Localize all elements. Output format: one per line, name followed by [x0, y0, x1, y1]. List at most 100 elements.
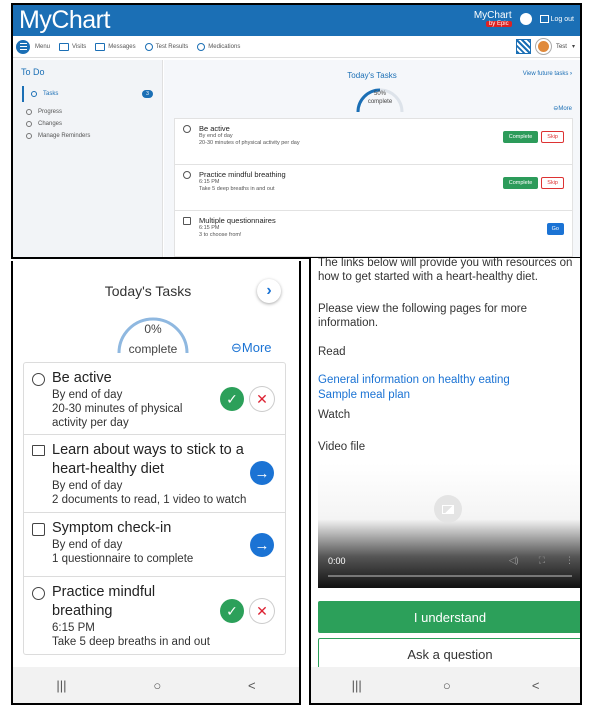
nav-bar: Menu Visits Messages Test Results Medica…: [13, 36, 580, 58]
nav-messages-label: Messages: [108, 43, 136, 50]
complete-button[interactable]: Complete: [502, 177, 539, 189]
more-label: More: [241, 340, 272, 355]
check-circle-icon: [32, 373, 45, 386]
nav-medications[interactable]: Medications: [197, 42, 241, 51]
complete-button[interactable]: ✓: [220, 387, 244, 411]
qr-code-icon[interactable]: [515, 39, 531, 54]
task-detail: 20-30 minutes of physical activity per d…: [52, 403, 183, 429]
task-card: Practice mindful breathing 6:15 PM Take …: [24, 577, 285, 653]
avatar[interactable]: [535, 39, 551, 54]
task-title: Symptom check-in: [52, 520, 172, 536]
home-button[interactable]: ○: [153, 678, 161, 693]
logout-label: Log out: [550, 15, 574, 23]
task-card: Learn about ways to stick to a heart-hea…: [24, 435, 285, 513]
sidebar-item-progress[interactable]: Progress: [22, 106, 162, 118]
complete-button[interactable]: ✓: [220, 599, 244, 623]
nav-menu[interactable]: Menu: [35, 44, 50, 50]
task-detail: 3 to choose from!: [199, 232, 242, 238]
task-due: 6:15 PM: [52, 622, 95, 634]
more-button[interactable]: ⊖More: [553, 105, 572, 112]
progress-gauge-text: 50% complete: [354, 90, 406, 106]
sidebar-item-label: Manage Reminders: [38, 133, 91, 139]
sidebar-item-manage-reminders[interactable]: Manage Reminders: [22, 130, 162, 142]
nav-right: Test ▾: [515, 39, 575, 54]
chevron-down-icon: ▾: [571, 44, 575, 50]
task-detail: Take 5 deep breaths in and out: [52, 636, 210, 648]
skip-button[interactable]: Skip: [541, 131, 564, 143]
task-due: By end of day: [52, 480, 123, 492]
mobile-tasks-panel: Today's Tasks › 0% complete ⊖More Be act…: [11, 261, 301, 705]
next-day-button[interactable]: ›: [257, 279, 281, 303]
nav-messages[interactable]: Messages: [95, 42, 136, 51]
sidebar-item-label: Progress: [38, 109, 63, 115]
meal-plan-link[interactable]: Sample meal plan: [318, 388, 410, 402]
task-list: Be active By end of day 20-30 minutes of…: [174, 118, 573, 257]
android-nav-bar: ||| ○ <: [311, 667, 580, 703]
nav-medications-label: Medications: [208, 43, 241, 50]
nav-visits-label: Visits: [72, 43, 87, 50]
top-bar-right: MyChart by Epic Log out: [474, 11, 574, 27]
back-button[interactable]: <: [248, 678, 256, 693]
sidebar-item-label: Tasks: [43, 91, 59, 97]
i-understand-button[interactable]: I understand: [318, 601, 580, 633]
open-task-button[interactable]: →: [250, 533, 274, 557]
progress-icon: [26, 109, 32, 115]
pill-icon: [197, 42, 206, 51]
skip-button[interactable]: ✕: [250, 599, 274, 623]
ask-question-button[interactable]: Ask a question: [318, 638, 580, 670]
task-actions: Complete Skip: [502, 177, 564, 189]
minus-circle-icon: ⊖: [231, 340, 242, 355]
sidebar: To Do Tasks 3 Progress Changes Manage Re…: [13, 60, 163, 257]
back-button[interactable]: <: [532, 678, 540, 693]
task-actions: Complete Skip: [502, 131, 564, 143]
view-future-tasks-link[interactable]: View future tasks ›: [523, 71, 572, 77]
video-placeholder[interactable]: [434, 495, 462, 523]
task-due: By end of day: [52, 389, 123, 401]
view-future-label: View future tasks: [522, 71, 569, 77]
account-switch-icon[interactable]: [519, 13, 532, 25]
healthy-eating-link[interactable]: General information on healthy eating: [318, 373, 510, 387]
home-button[interactable]: ○: [443, 678, 451, 693]
page-title: Today's Tasks: [104, 283, 192, 299]
skip-button[interactable]: ✕: [250, 387, 274, 411]
task-title: Multiple questionnaires: [199, 216, 276, 225]
sidebar-item-changes[interactable]: Changes: [22, 118, 162, 130]
fullscreen-icon[interactable]: ⛶: [539, 555, 545, 566]
sidebar-item-label: Changes: [38, 121, 63, 127]
nav-test-results[interactable]: Test Results: [144, 42, 188, 51]
go-button[interactable]: Go: [546, 223, 564, 235]
desktop-content: Today's Tasks View future tasks › 50% co…: [164, 60, 580, 257]
tasks-icon: [31, 91, 37, 97]
task-card: Be active By end of day 20-30 minutes of…: [175, 119, 572, 165]
nav-visits[interactable]: Visits: [59, 42, 87, 51]
more-button[interactable]: ⊖More: [231, 340, 272, 356]
open-task-button[interactable]: →: [250, 461, 274, 485]
logout-button[interactable]: Log out: [539, 15, 574, 23]
skip-button[interactable]: Skip: [541, 177, 564, 189]
video-controls: ◁) ⛶ ⋮: [509, 555, 574, 566]
clipboard-check-icon: [32, 523, 45, 536]
instructions-text: Please view the following pages for more…: [318, 303, 528, 329]
user-menu[interactable]: Test: [556, 44, 567, 50]
complete-button[interactable]: Complete: [502, 131, 539, 143]
logout-icon: [539, 15, 549, 23]
sidebar-item-tasks[interactable]: Tasks 3: [22, 86, 162, 102]
task-card: Symptom check-in By end of day 1 questio…: [24, 513, 285, 577]
more-options-icon[interactable]: ⋮: [565, 555, 574, 566]
top-bar: MyChart MyChart by Epic Log out: [13, 5, 580, 36]
android-nav-bar: ||| ○ <: [13, 667, 299, 703]
read-heading: Read: [318, 346, 346, 358]
video-file-label: Video file: [318, 441, 366, 453]
menu-icon[interactable]: [16, 39, 30, 54]
envelope-icon: [95, 42, 106, 51]
epic-by-text: by Epic: [485, 21, 512, 27]
video-progress-bar[interactable]: [328, 575, 572, 577]
mychart-logo[interactable]: MyChart: [19, 6, 110, 35]
volume-icon[interactable]: ◁): [509, 555, 519, 566]
recents-button[interactable]: |||: [56, 678, 66, 693]
video-player[interactable]: 0:00 ◁) ⛶ ⋮: [318, 463, 580, 588]
task-due: By end of day: [52, 539, 123, 551]
epic-logo-text: MyChart: [473, 10, 512, 21]
recents-button[interactable]: |||: [352, 678, 362, 693]
task-card: Multiple questionnaires 6:15 PM 3 to cho…: [175, 211, 572, 257]
